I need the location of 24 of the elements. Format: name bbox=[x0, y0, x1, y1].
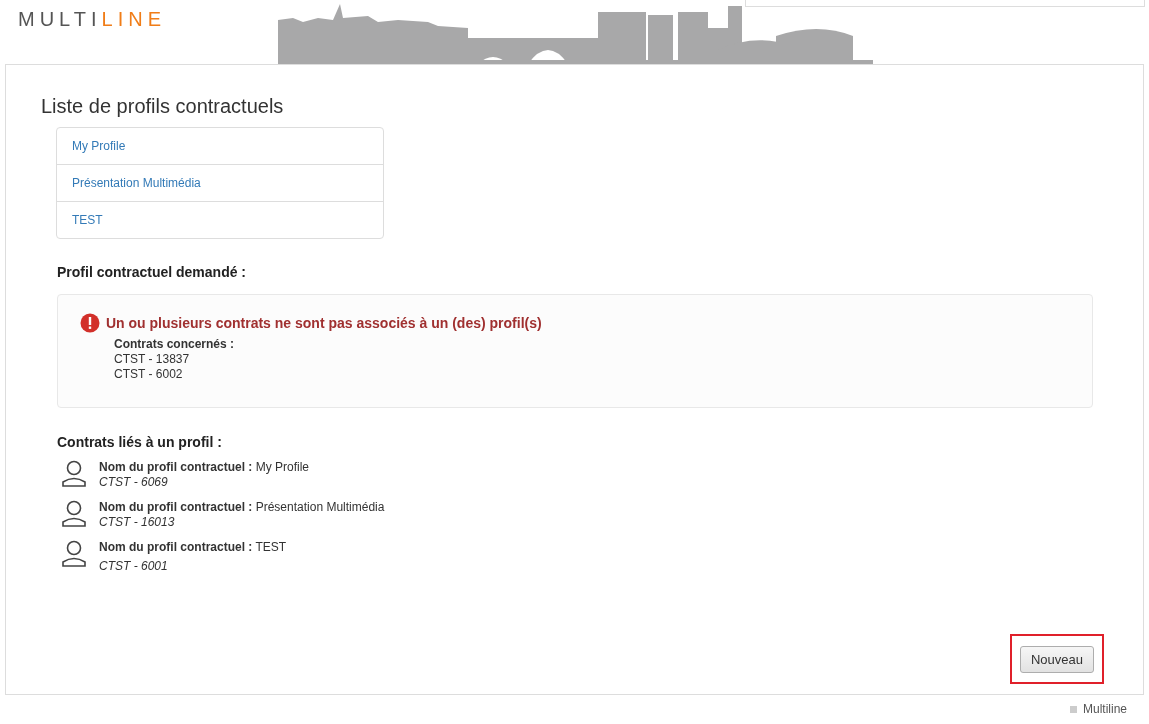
contract-code: CTST - 6069 bbox=[99, 475, 169, 490]
user-icon bbox=[61, 540, 87, 567]
user-icon bbox=[61, 500, 87, 527]
profile-list-item[interactable]: Présentation Multimédia bbox=[57, 164, 383, 201]
error-icon bbox=[80, 313, 100, 333]
profile-name: Nom du profil contractuel : Présentation Multimédia bbox=[99, 500, 385, 515]
square-icon bbox=[1070, 705, 1077, 713]
profile-name: Nom du profil contractuel : TEST bbox=[99, 540, 287, 555]
alert-message: Un ou plusieurs contrats ne sont pas associés à un (des) profil(s) bbox=[106, 315, 542, 331]
contract-code: CTST - 16013 bbox=[99, 515, 176, 530]
user-icon bbox=[61, 460, 87, 487]
section-heading: Contrats liés à un profil : bbox=[57, 434, 223, 450]
contracts-label: Contrats concernés : bbox=[114, 337, 236, 352]
contract-code: CTST - 13837 bbox=[114, 352, 191, 367]
profile-list-item[interactable]: TEST bbox=[57, 201, 383, 238]
footer-text: Multiline bbox=[1083, 702, 1127, 716]
section-heading: Profil contractuel demandé : bbox=[57, 264, 248, 280]
multiline-logo: MULTI LINE bbox=[17, 7, 167, 32]
contract-code: CTST - 6001 bbox=[99, 559, 169, 574]
page-title: Liste de profils contractuels bbox=[41, 95, 285, 118]
profile-name: Nom du profil contractuel : My Profile bbox=[99, 460, 310, 475]
profile-list-item[interactable]: My Profile bbox=[57, 128, 383, 164]
contract-code: CTST - 6002 bbox=[114, 367, 184, 382]
new-button[interactable]: Nouveau bbox=[1019, 645, 1094, 673]
